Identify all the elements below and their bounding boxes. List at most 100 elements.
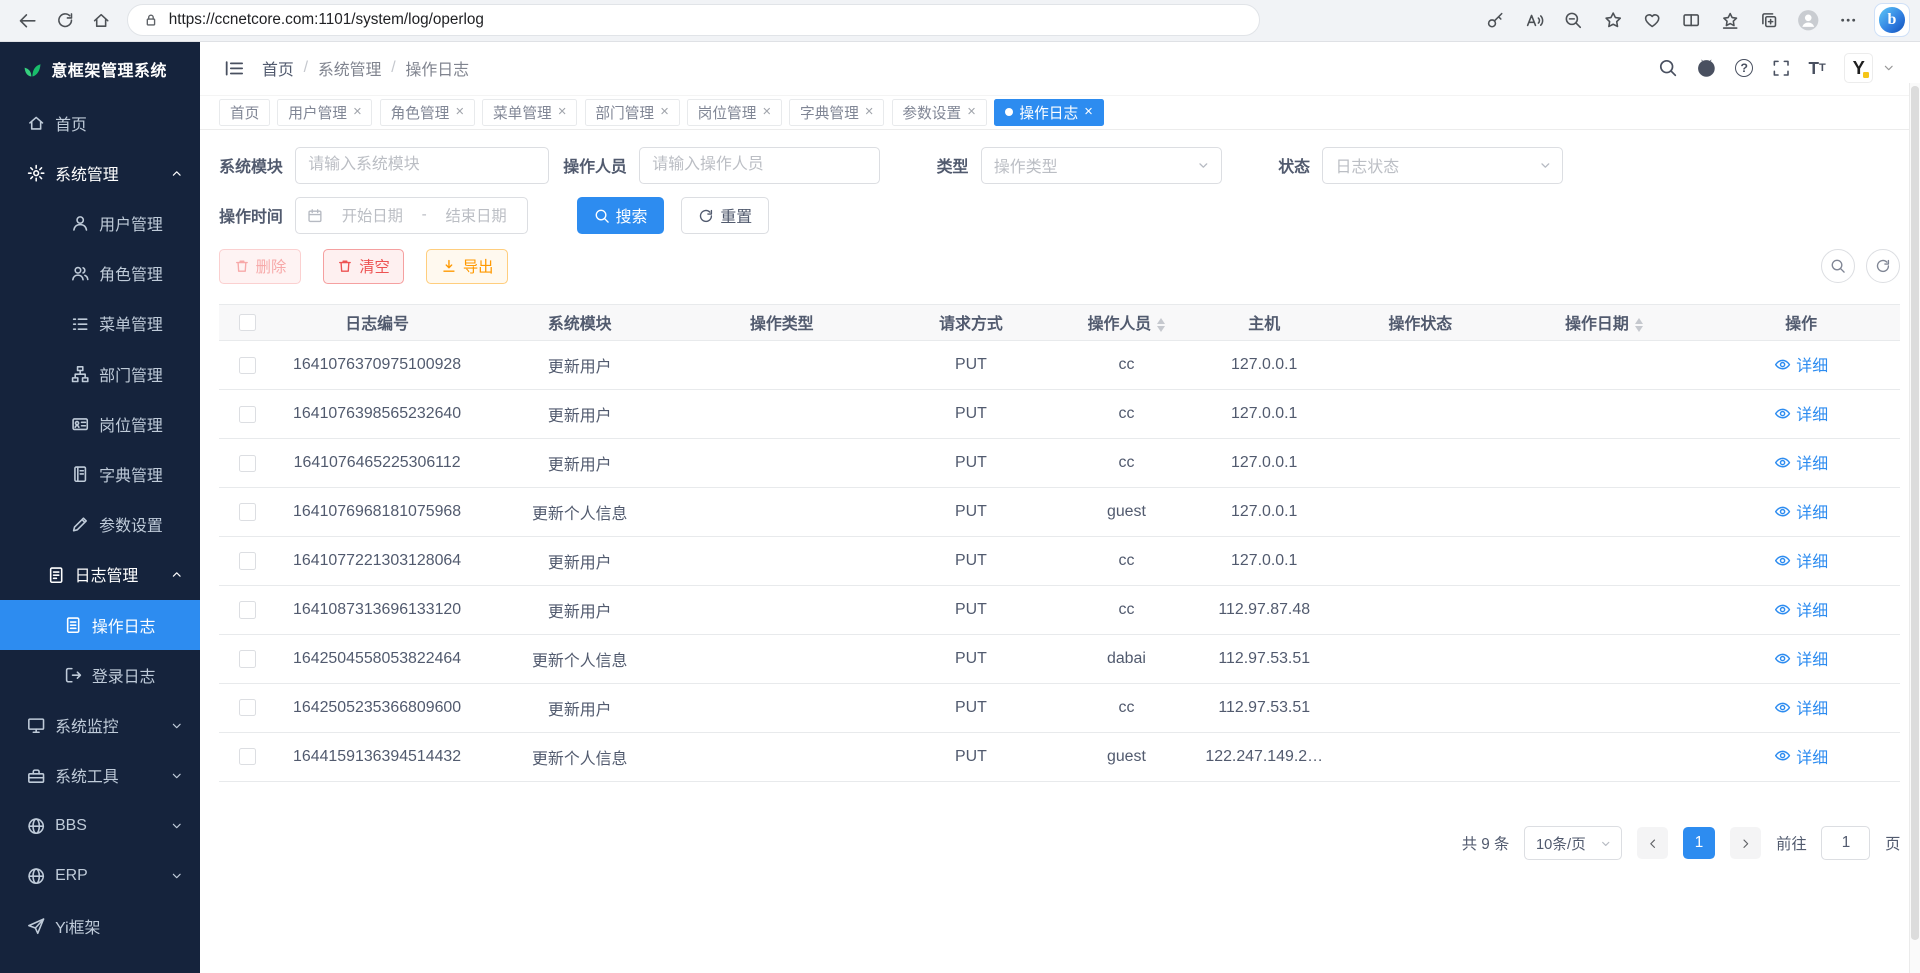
page-size-select[interactable]: 10条/页 bbox=[1524, 826, 1622, 860]
help-icon[interactable] bbox=[1735, 59, 1753, 77]
sidebar-item-dict-mgmt[interactable]: 字典管理 bbox=[0, 449, 200, 499]
close-icon[interactable] bbox=[455, 105, 464, 120]
user-avatar[interactable] bbox=[1844, 53, 1873, 82]
search-icon[interactable] bbox=[1658, 58, 1678, 78]
detail-link[interactable]: 详细 bbox=[1774, 500, 1828, 523]
close-icon[interactable] bbox=[353, 105, 362, 120]
close-icon[interactable] bbox=[1084, 105, 1093, 120]
type-select[interactable]: 操作类型 bbox=[981, 147, 1222, 184]
tab-param-settings[interactable]: 参数设置 bbox=[892, 99, 987, 126]
sidebar-item-role-mgmt[interactable]: 角色管理 bbox=[0, 249, 200, 299]
tab-post-mgmt[interactable]: 岗位管理 bbox=[687, 99, 782, 126]
tab-dict-mgmt[interactable]: 字典管理 bbox=[789, 99, 884, 126]
detail-link[interactable]: 详细 bbox=[1774, 451, 1828, 474]
detail-link[interactable]: 详细 bbox=[1774, 598, 1828, 621]
column-header-operator[interactable]: 操作人员 bbox=[1059, 304, 1194, 341]
column-header-date[interactable]: 操作日期 bbox=[1506, 304, 1702, 341]
sidebar-item-menu-mgmt[interactable]: 菜单管理 bbox=[0, 299, 200, 349]
refresh-button[interactable] bbox=[1866, 249, 1900, 283]
page-1-button[interactable]: 1 bbox=[1683, 827, 1715, 859]
browser-essentials-icon[interactable] bbox=[1634, 3, 1671, 37]
reset-button[interactable]: 重置 bbox=[681, 197, 769, 234]
row-checkbox[interactable] bbox=[239, 503, 256, 520]
sidebar-item-home[interactable]: 首页 bbox=[0, 98, 200, 148]
close-icon[interactable] bbox=[865, 105, 874, 120]
close-icon[interactable] bbox=[558, 105, 567, 120]
row-checkbox[interactable] bbox=[239, 357, 256, 374]
favorites-add-icon[interactable] bbox=[1594, 3, 1631, 37]
split-screen-icon[interactable] bbox=[1673, 3, 1710, 37]
detail-link[interactable]: 详细 bbox=[1774, 549, 1828, 572]
sidebar-item-login-log[interactable]: 登录日志 bbox=[0, 650, 200, 700]
prev-page-button[interactable] bbox=[1637, 827, 1669, 859]
detail-link[interactable]: 详细 bbox=[1774, 696, 1828, 719]
favorites-bar-icon[interactable] bbox=[1712, 3, 1749, 37]
sidebar-item-system-mgmt[interactable]: 系统管理 bbox=[0, 148, 200, 198]
refresh-icon[interactable] bbox=[47, 3, 84, 37]
sidebar-item-log-mgmt[interactable]: 日志管理 bbox=[0, 550, 200, 600]
chevron-down-icon[interactable] bbox=[1882, 61, 1895, 74]
font-size-icon[interactable] bbox=[1809, 58, 1826, 79]
detail-link[interactable]: 详细 bbox=[1774, 745, 1828, 768]
goto-page-input[interactable] bbox=[1821, 826, 1870, 860]
tab-menu-mgmt[interactable]: 菜单管理 bbox=[482, 99, 577, 126]
back-icon[interactable] bbox=[10, 3, 47, 37]
copilot-icon[interactable] bbox=[1874, 3, 1911, 37]
row-checkbox[interactable] bbox=[239, 699, 256, 716]
row-checkbox[interactable] bbox=[239, 406, 256, 423]
profile-avatar[interactable] bbox=[1790, 3, 1827, 37]
sidebar-item-param-settings[interactable]: 参数设置 bbox=[0, 500, 200, 550]
key-icon[interactable] bbox=[1477, 3, 1514, 37]
detail-link[interactable]: 详细 bbox=[1774, 353, 1828, 376]
row-checkbox[interactable] bbox=[239, 455, 256, 472]
breadcrumb-home[interactable]: 首页 bbox=[262, 57, 294, 80]
sidebar-item-post-mgmt[interactable]: 岗位管理 bbox=[0, 399, 200, 449]
close-icon[interactable] bbox=[967, 105, 976, 120]
tab-role-mgmt[interactable]: 角色管理 bbox=[380, 99, 475, 126]
tab-dept-mgmt[interactable]: 部门管理 bbox=[585, 99, 680, 126]
sidebar-item-bbs[interactable]: BBS bbox=[0, 801, 200, 851]
status-select[interactable]: 日志状态 bbox=[1322, 147, 1563, 184]
fullscreen-icon[interactable] bbox=[1772, 59, 1790, 77]
tab-home[interactable]: 首页 bbox=[219, 99, 270, 126]
row-checkbox[interactable] bbox=[239, 601, 256, 618]
row-checkbox[interactable] bbox=[239, 650, 256, 667]
vertical-scrollbar[interactable] bbox=[1909, 83, 1920, 973]
module-input[interactable] bbox=[295, 147, 548, 184]
close-icon[interactable] bbox=[660, 105, 669, 120]
sidebar-item-yi-framework[interactable]: Yi框架 bbox=[0, 901, 200, 951]
row-checkbox[interactable] bbox=[239, 552, 256, 569]
sidebar-item-system-monitor[interactable]: 系统监控 bbox=[0, 700, 200, 750]
date-range-input[interactable]: 开始日期 - 结束日期 bbox=[295, 197, 528, 234]
detail-link[interactable]: 详细 bbox=[1774, 647, 1828, 670]
select-all-checkbox[interactable] bbox=[239, 314, 256, 331]
sidebar-item-system-tools[interactable]: 系统工具 bbox=[0, 751, 200, 801]
clear-button[interactable]: 清空 bbox=[323, 249, 405, 285]
sort-icons[interactable] bbox=[1157, 318, 1165, 332]
close-icon[interactable] bbox=[763, 105, 772, 120]
next-page-button[interactable] bbox=[1730, 827, 1762, 859]
tab-user-mgmt[interactable]: 用户管理 bbox=[277, 99, 372, 126]
home-icon[interactable] bbox=[83, 3, 120, 37]
address-bar[interactable]: https://ccnetcore.com:1101/system/log/op… bbox=[127, 4, 1260, 36]
operator-input[interactable] bbox=[639, 147, 880, 184]
breadcrumb-system-mgmt[interactable]: 系统管理 bbox=[318, 57, 382, 80]
scrollbar-thumb[interactable] bbox=[1911, 86, 1918, 941]
tab-operation-log[interactable]: 操作日志 bbox=[994, 99, 1104, 126]
sidebar-item-operation-log[interactable]: 操作日志 bbox=[0, 600, 200, 650]
export-button[interactable]: 导出 bbox=[426, 249, 508, 285]
sort-icons[interactable] bbox=[1635, 318, 1643, 332]
sidebar-item-dept-mgmt[interactable]: 部门管理 bbox=[0, 349, 200, 399]
read-aloud-icon[interactable] bbox=[1516, 3, 1553, 37]
sidebar-item-erp[interactable]: ERP bbox=[0, 851, 200, 901]
detail-link[interactable]: 详细 bbox=[1774, 402, 1828, 425]
search-button[interactable]: 搜索 bbox=[577, 197, 665, 234]
menu-fold-icon[interactable] bbox=[224, 58, 245, 79]
search-toggle-button[interactable] bbox=[1821, 249, 1855, 283]
delete-button[interactable]: 删除 bbox=[219, 249, 301, 285]
row-checkbox[interactable] bbox=[239, 748, 256, 765]
more-menu-icon[interactable] bbox=[1829, 3, 1866, 37]
zoom-icon[interactable] bbox=[1555, 3, 1592, 37]
github-icon[interactable] bbox=[1696, 58, 1717, 79]
collections-icon[interactable] bbox=[1751, 3, 1788, 37]
